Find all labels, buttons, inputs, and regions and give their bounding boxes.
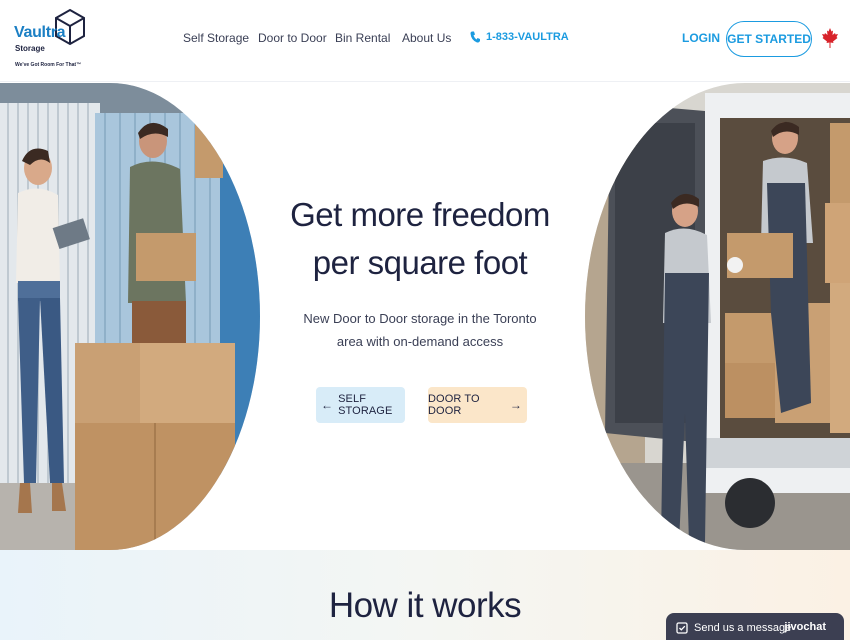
jivochat-brand: jivochat (784, 621, 826, 633)
chat-widget[interactable]: Send us a message jivochat (666, 613, 844, 640)
phone-link[interactable]: 1-833-VAULTRA (470, 31, 569, 43)
message-icon (676, 622, 688, 634)
hero-title: Get more freedom per square foot (290, 191, 550, 287)
phone-icon (470, 31, 480, 43)
arrow-right-icon: → (509, 398, 522, 412)
phone-number: 1-833-VAULTRA (486, 31, 569, 43)
nav-door-to-door[interactable]: Door to Door (258, 31, 327, 45)
nav-bin-rental[interactable]: Bin Rental (335, 31, 390, 45)
hero-title-line2: per square foot (312, 244, 528, 281)
hero-subtitle-line2: area with on-demand access (336, 334, 504, 349)
logo-subtitle: Storage (15, 44, 45, 53)
movers-van-photo (585, 83, 850, 550)
self-storage-label: SELF STORAGE (338, 393, 393, 417)
hero-section: Get more freedom per square foot New Doo… (0, 83, 850, 550)
hero-subtitle: New Door to Door storage in the Toronto … (300, 307, 540, 353)
login-link[interactable]: LOGIN (682, 31, 720, 45)
vaultra-logo[interactable]: Vaultra Storage We've Got Room For That™ (14, 8, 94, 70)
site-header: Vaultra Storage We've Got Room For That™… (0, 0, 850, 82)
hero-subtitle-line1: New Door to Door storage in the Toronto (303, 311, 537, 326)
nav-about-us[interactable]: About Us (402, 31, 451, 45)
chat-label: Send us a message (694, 622, 792, 634)
canada-maple-leaf-icon[interactable] (822, 28, 838, 48)
arrow-left-icon: ← (321, 398, 334, 412)
self-storage-button[interactable]: ← SELF STORAGE (316, 387, 405, 423)
nav-self-storage[interactable]: Self Storage (183, 31, 249, 45)
logo-word: Vaultra (14, 24, 66, 41)
logo-tagline: We've Got Room For That™ (15, 62, 82, 68)
door-to-door-button[interactable]: DOOR TO DOOR → (428, 387, 527, 423)
get-started-button[interactable]: GET STARTED (726, 21, 812, 57)
hero-title-line1: Get more freedom (290, 196, 550, 233)
door-to-door-label: DOOR TO DOOR (428, 393, 480, 417)
storage-couple-photo (0, 83, 260, 550)
